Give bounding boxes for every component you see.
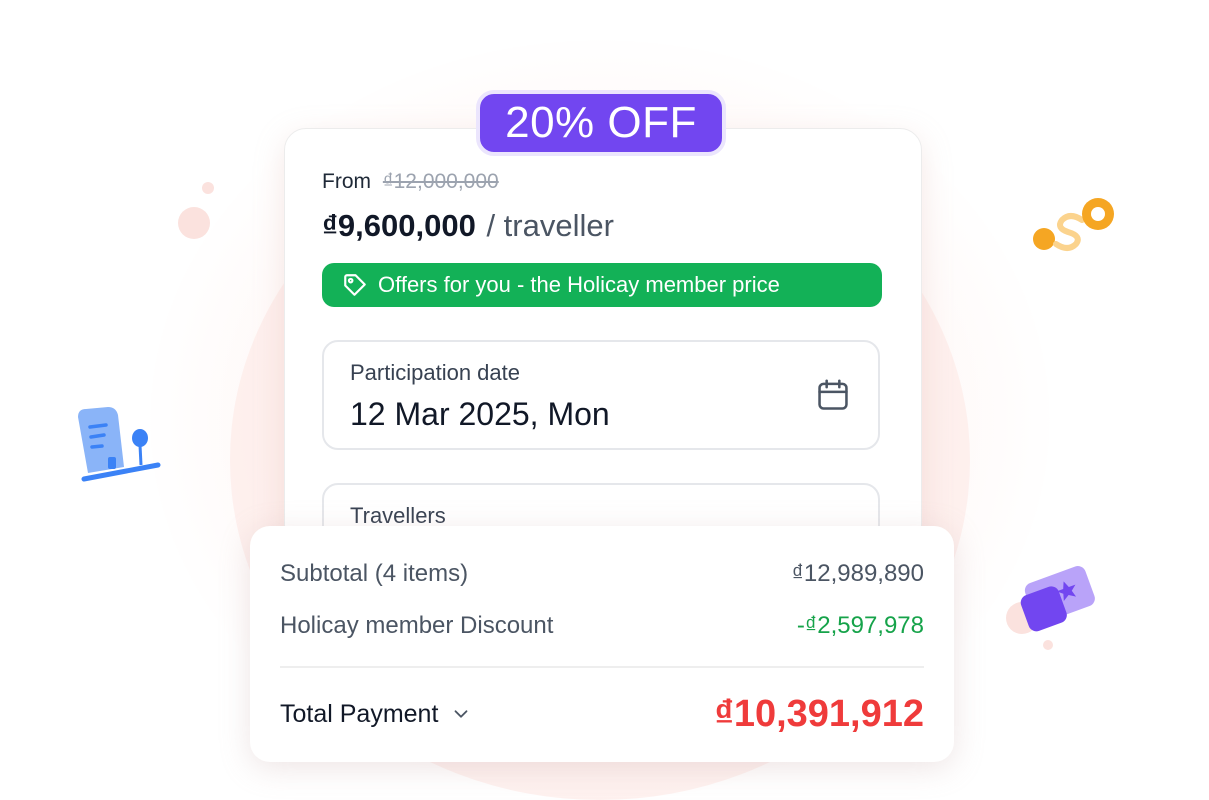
price-unit: / traveller <box>486 208 614 243</box>
total-payment-toggle[interactable]: Total Payment <box>280 700 472 729</box>
calendar-icon[interactable] <box>814 376 852 414</box>
participation-date-field[interactable]: Participation date 12 Mar 2025, Mon <box>322 340 880 450</box>
decor-dot <box>178 207 210 239</box>
current-price: ₫9,600,000 <box>322 208 476 243</box>
discount-row: Holicay member Discount -₫2,597,978 <box>280 612 924 640</box>
payment-summary: Subtotal (4 items) ₫12,989,890 Holicay m… <box>250 526 954 762</box>
from-label: From <box>322 170 371 193</box>
decor-dot <box>202 182 214 194</box>
participation-date-value: 12 Mar 2025, Mon <box>350 396 610 432</box>
summary-divider <box>280 666 924 668</box>
tag-icon <box>342 272 368 298</box>
subtotal-label: Subtotal (4 items) <box>280 560 469 587</box>
original-price: ₫12,000,000 <box>382 170 499 193</box>
subtotal-row: Subtotal (4 items) ₫12,989,890 <box>280 560 924 588</box>
discount-label: Holicay member Discount <box>280 612 554 639</box>
coins-icon <box>1033 198 1114 251</box>
ticket-icon <box>1020 566 1095 632</box>
member-offer-banner[interactable]: Offers for you - the Holicay member pric… <box>322 263 882 307</box>
discount-value: -₫2,597,978 <box>796 612 924 639</box>
participation-date-label: Participation date <box>350 360 520 385</box>
subtotal-value: ₫12,989,890 <box>791 560 924 587</box>
total-value: ₫10,391,912 <box>714 692 924 735</box>
current-price-row: ₫9,600,000 / traveller <box>322 208 614 244</box>
decor-dot <box>1043 640 1053 650</box>
offer-text: Offers for you - the Holicay member pric… <box>378 272 780 297</box>
discount-badge: 20% OFF <box>476 90 726 156</box>
discount-badge-text: 20% OFF <box>505 98 697 147</box>
chevron-down-icon[interactable] <box>450 703 472 725</box>
price-from-row: From ₫12,000,000 <box>322 170 499 194</box>
building-tree-icon <box>78 407 161 482</box>
total-row: Total Payment ₫10,391,912 <box>280 692 924 736</box>
total-label: Total Payment <box>280 699 439 728</box>
